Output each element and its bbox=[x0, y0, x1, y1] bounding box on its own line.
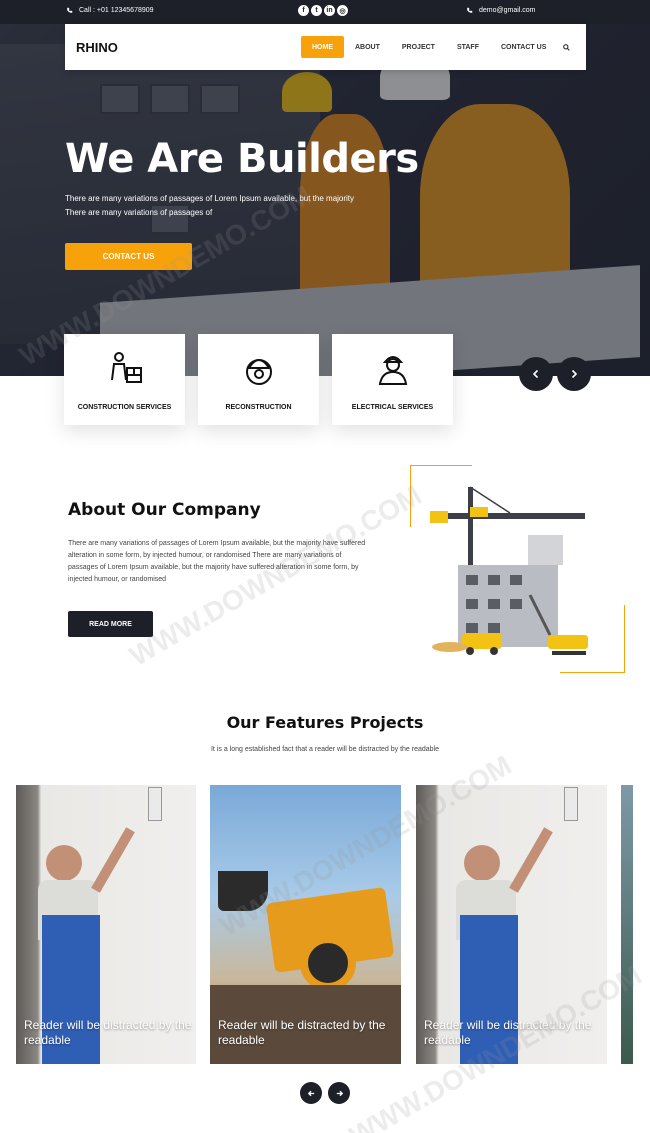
read-more-button[interactable]: READ MORE bbox=[68, 611, 153, 637]
email-text[interactable]: demo@gmail.com bbox=[479, 7, 536, 14]
project-worker-head bbox=[464, 845, 500, 881]
project-worker-head bbox=[46, 845, 82, 881]
top-bar: Call : +01 12345678909 f t in ◎ demo@gma… bbox=[0, 0, 650, 24]
project-caption: Reader will be distracted by the readabl… bbox=[24, 1018, 192, 1047]
paint-roller bbox=[148, 787, 162, 821]
project-caption: Reader will be distracted by the readabl… bbox=[424, 1018, 592, 1047]
nav-item-contact-us[interactable]: CONTACT US bbox=[490, 36, 557, 58]
instagram-icon[interactable]: ◎ bbox=[337, 5, 348, 16]
service-label: RECONSTRUCTION bbox=[225, 404, 292, 411]
nav-item-about[interactable]: ABOUT bbox=[344, 36, 391, 58]
features-subtitle: It is a long established fact that a rea… bbox=[210, 746, 440, 753]
projects-prev-button[interactable] bbox=[300, 1082, 322, 1104]
nav-item-staff[interactable]: STAFF bbox=[446, 36, 490, 58]
project-card[interactable]: Reader will be distracted by the readabl… bbox=[16, 785, 196, 1064]
service-card-reconstruction[interactable]: RECONSTRUCTION bbox=[198, 334, 319, 425]
features-title: Our Features Projects bbox=[226, 713, 424, 732]
service-label: CONSTRUCTION SERVICES bbox=[77, 404, 172, 411]
project-excavator-wheel bbox=[300, 935, 356, 991]
project-card[interactable]: Reader will be distracted by the readabl… bbox=[416, 785, 607, 1064]
call-info: Call : +01 12345678909 bbox=[66, 7, 154, 14]
email-info: demo@gmail.com bbox=[466, 7, 536, 14]
nav-item-project[interactable]: PROJECT bbox=[391, 36, 446, 58]
about-text: There are many variations of passages of… bbox=[68, 540, 366, 583]
about-title: About Our Company bbox=[68, 500, 261, 520]
paint-roller bbox=[564, 787, 578, 821]
slider-next-button[interactable] bbox=[557, 357, 591, 391]
phone-icon bbox=[67, 7, 73, 13]
service-card-construction[interactable]: CONSTRUCTION SERVICES bbox=[64, 334, 185, 425]
social-links: f t in ◎ bbox=[298, 5, 348, 16]
twitter-icon[interactable]: t bbox=[311, 5, 322, 16]
main-navbar: RHINO HOME ABOUT PROJECT STAFF CONTACT U… bbox=[65, 24, 586, 70]
worker-icon bbox=[374, 350, 412, 388]
chevron-right-icon bbox=[571, 369, 578, 379]
hero-subtitle-line: There are many variations of passages of bbox=[65, 208, 213, 217]
project-caption: Reader will be distracted by the readabl… bbox=[218, 1018, 386, 1047]
nav-item-home[interactable]: HOME bbox=[301, 36, 344, 58]
builder-icon bbox=[106, 350, 144, 388]
project-worker-arm bbox=[91, 827, 135, 893]
service-label: ELECTRICAL SERVICES bbox=[351, 404, 434, 411]
linkedin-icon[interactable]: in bbox=[324, 5, 335, 16]
facebook-icon[interactable]: f bbox=[298, 5, 309, 16]
arrow-right-icon bbox=[336, 1090, 343, 1096]
project-worker-arm bbox=[509, 827, 553, 893]
contact-us-button[interactable]: CONTACT US bbox=[65, 243, 192, 270]
hero-subtitle-line: There are many variations of passages of… bbox=[65, 194, 355, 203]
project-card-partial[interactable] bbox=[621, 785, 633, 1064]
about-construction-illustration bbox=[409, 464, 626, 674]
phone-icon bbox=[467, 7, 473, 13]
chevron-left-icon bbox=[532, 369, 539, 379]
search-icon[interactable] bbox=[561, 36, 571, 58]
helmet-gear-icon bbox=[240, 350, 278, 388]
hero-section: We Are Builders There are many variation… bbox=[0, 24, 650, 376]
hero-title: We Are Builders bbox=[65, 136, 419, 182]
service-card-electrical[interactable]: ELECTRICAL SERVICES bbox=[332, 334, 453, 425]
nav-menu: HOME ABOUT PROJECT STAFF CONTACT US bbox=[301, 36, 571, 58]
project-excavator-bucket bbox=[218, 871, 268, 911]
site-logo[interactable]: RHINO bbox=[76, 40, 118, 55]
project-card[interactable]: Reader will be distracted by the readabl… bbox=[210, 785, 401, 1064]
slider-prev-button[interactable] bbox=[519, 357, 553, 391]
arrow-left-icon bbox=[307, 1090, 314, 1096]
hero-subtitle: There are many variations of passages of… bbox=[65, 192, 405, 220]
call-text: Call : +01 12345678909 bbox=[79, 7, 154, 14]
projects-next-button[interactable] bbox=[328, 1082, 350, 1104]
